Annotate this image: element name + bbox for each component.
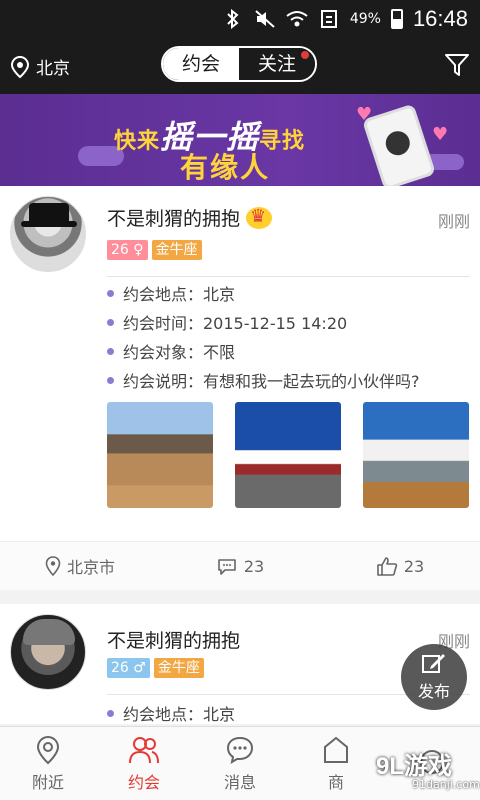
tab-nearby[interactable]: 附近 — [0, 727, 96, 800]
tab-messages[interactable]: 消息 — [192, 727, 288, 800]
status-bar: 49% 16:48 — [0, 0, 480, 38]
bluetooth-icon — [222, 8, 244, 30]
tab-messages-label: 消息 — [223, 772, 256, 792]
post-username: 不是刺猬的拥抱 — [107, 626, 240, 653]
bullet-icon — [107, 709, 114, 717]
zodiac-badge: 金牛座 — [151, 240, 202, 260]
detail-row: 约会时间：2015-12-15 14:20 — [107, 312, 420, 333]
detail-target: 约会对象：不限 — [123, 343, 236, 362]
location-action[interactable]: 北京市 — [0, 554, 160, 578]
tab-following[interactable]: 关注 — [239, 48, 315, 80]
avatar[interactable] — [10, 196, 86, 272]
bullet-icon — [107, 289, 114, 297]
top-nav-bar: 北京 约会 关注 — [0, 38, 480, 94]
crown-icon — [246, 206, 273, 229]
comment-action[interactable]: 23 — [160, 556, 320, 576]
location-pin-icon — [45, 556, 61, 576]
filter-button[interactable] — [444, 52, 470, 82]
divider — [107, 276, 470, 277]
tab-dating[interactable]: 约会 — [163, 48, 239, 80]
post-actions-bar: 北京市 23 23 — [0, 541, 480, 590]
battery-percent: 49% — [349, 11, 381, 27]
banner-subline: 有缘人 — [180, 151, 271, 184]
post-time: 刚刚 — [437, 212, 470, 231]
photo-thumbnail[interactable] — [107, 402, 213, 508]
like-action[interactable]: 23 — [320, 556, 480, 576]
shop-icon — [324, 736, 348, 763]
username-text: 不是刺猬的拥抱 — [107, 208, 241, 230]
detail-location: 约会地点：北京 — [123, 705, 236, 724]
post-username: 不是刺猬的拥抱 — [107, 204, 273, 231]
comment-count: 23 — [243, 556, 265, 576]
chat-icon — [226, 736, 254, 764]
photo-gallery — [107, 402, 469, 508]
filter-icon — [445, 54, 469, 76]
publish-label: 发布 — [417, 682, 450, 701]
notification-dot — [301, 51, 309, 59]
bullet-icon — [107, 318, 114, 326]
age-gender-badge: 26 ♀ — [107, 240, 148, 260]
tab-shop-label: 商 — [327, 772, 344, 792]
people-icon — [129, 736, 159, 763]
post-details: 约会地点：北京 约会时间：2015-12-15 14:20 约会对象：不限 约会… — [107, 283, 420, 391]
bullet-icon — [107, 376, 114, 384]
segmented-control: 约会 关注 — [161, 46, 317, 82]
tab-shop[interactable]: 商 — [288, 727, 384, 800]
detail-row: 约会说明：有想和我一起去玩的小伙伴吗? — [107, 370, 420, 391]
photo-thumbnail[interactable] — [363, 402, 469, 508]
heart-icon: ♥ — [356, 104, 373, 125]
age-gender-badge: 26 ♂ — [107, 658, 150, 678]
clock: 16:48 — [412, 6, 468, 31]
watermark-url: 91danji.com — [412, 778, 480, 791]
username-text: 不是刺猬的拥抱 — [107, 630, 241, 652]
user-tags: 26 ♂ 金牛座 — [107, 658, 204, 678]
avatar[interactable] — [10, 614, 86, 690]
location-pin-icon — [36, 735, 60, 764]
comment-icon — [218, 559, 236, 575]
detail-row: 约会地点：北京 — [107, 283, 420, 304]
thumbs-up-icon — [377, 557, 398, 576]
detail-location: 约会地点：北京 — [123, 285, 236, 304]
photo-thumbnail[interactable] — [235, 402, 341, 508]
mute-icon — [254, 8, 276, 30]
like-count: 23 — [403, 556, 425, 576]
wifi-icon — [286, 8, 308, 30]
location-label: 北京 — [36, 59, 70, 79]
post-details: 约会地点：北京 — [107, 703, 236, 724]
detail-time: 约会时间：2015-12-15 14:20 — [123, 314, 348, 333]
tab-dating-bottom[interactable]: 约会 — [96, 727, 192, 800]
shake-banner[interactable]: 快来摇一摇寻找 有缘人 ♥ ♥ — [0, 94, 480, 186]
detail-description: 约会说明：有想和我一起去玩的小伙伴吗? — [123, 372, 420, 391]
watermark-logo: 9L游戏 — [376, 753, 453, 780]
user-tags: 26 ♀ 金牛座 — [107, 240, 202, 260]
location-selector[interactable]: 北京 — [10, 54, 70, 79]
heart-icon: ♥ — [432, 124, 449, 145]
battery-icon — [390, 9, 403, 29]
banner-text-a: 快来 — [114, 129, 161, 154]
tab-nearby-label: 附近 — [31, 772, 64, 792]
detail-row: 约会地点：北京 — [107, 703, 236, 724]
detail-row: 约会对象：不限 — [107, 341, 420, 362]
publish-button[interactable]: 发布 — [401, 644, 467, 710]
signal-icon — [318, 8, 340, 30]
tab-dating-label: 约会 — [127, 772, 160, 792]
bullet-icon — [107, 347, 114, 355]
tab-following-label: 关注 — [257, 53, 296, 75]
zodiac-badge: 金牛座 — [153, 658, 204, 678]
dating-post-card[interactable]: 不是刺猬的拥抱 刚刚 26 ♀ 金牛座 约会地点：北京 约会时间：2015-12… — [0, 186, 480, 590]
edit-icon — [422, 654, 445, 673]
location-pin-icon — [10, 55, 30, 78]
location-action-label: 北京市 — [66, 558, 115, 577]
phone-illustration — [361, 103, 437, 186]
